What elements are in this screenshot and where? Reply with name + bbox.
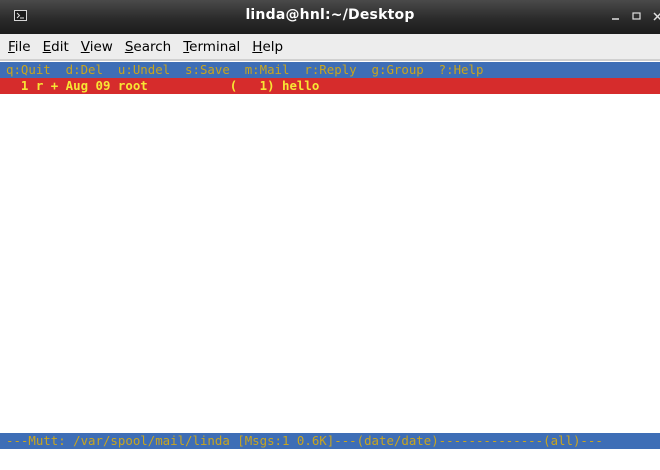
close-icon[interactable] — [651, 9, 660, 23]
menu-mnemonic: H — [252, 38, 263, 55]
menu-label: erminal — [189, 38, 241, 55]
menu-mnemonic: E — [42, 38, 52, 55]
menu-bar: File Edit View Search Terminal Help — [0, 34, 660, 60]
menu-mnemonic: F — [8, 38, 15, 55]
menu-terminal[interactable]: Terminal — [183, 39, 240, 55]
menu-file[interactable]: File — [8, 39, 31, 55]
terminal-window: linda@hnl:~/Desktop File Edit View Searc… — [0, 0, 660, 470]
terminal-area[interactable]: q:Quit d:Del u:Undel s:Save m:Mail r:Rep… — [0, 60, 660, 470]
menu-search[interactable]: Search — [125, 39, 171, 55]
menu-label: iew — [89, 38, 113, 55]
mutt-help-bar: q:Quit d:Del u:Undel s:Save m:Mail r:Rep… — [0, 62, 660, 78]
mutt-status-bar: ---Mutt: /var/spool/mail/linda [Msgs:1 0… — [0, 433, 660, 449]
message-row-selected[interactable]: 1 r + Aug 09 root ( 1) hello — [0, 78, 660, 94]
title-bar[interactable]: linda@hnl:~/Desktop — [0, 0, 660, 34]
menu-label: elp — [262, 38, 284, 55]
menu-edit[interactable]: Edit — [43, 39, 69, 55]
menu-label: ile — [14, 38, 31, 55]
window-title: linda@hnl:~/Desktop — [245, 7, 415, 23]
divider — [0, 60, 660, 61]
menu-label: earch — [133, 38, 172, 55]
menu-view[interactable]: View — [81, 39, 113, 55]
menu-help[interactable]: Help — [252, 39, 283, 55]
minimize-icon[interactable] — [609, 9, 623, 23]
maximize-icon[interactable] — [630, 9, 644, 23]
menu-mnemonic: V — [80, 38, 90, 55]
menu-label: dit — [51, 38, 69, 55]
